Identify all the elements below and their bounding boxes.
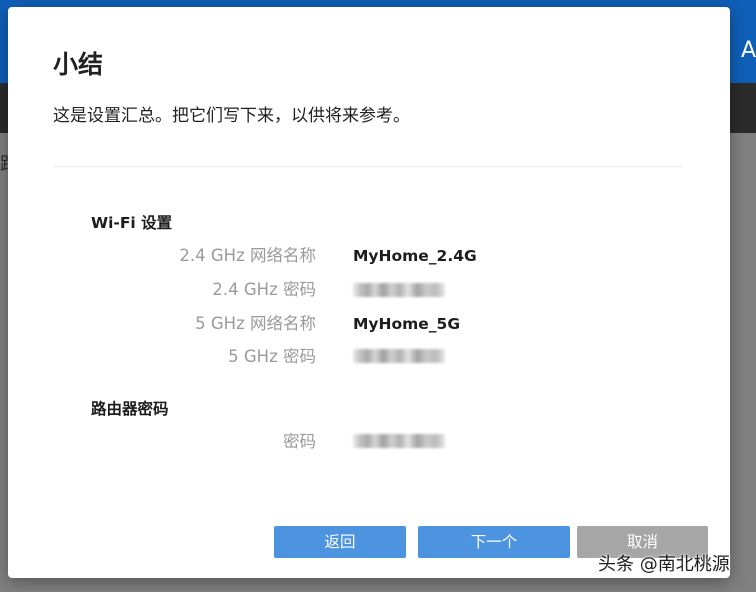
wifi-section-title: Wi-Fi 设置 — [91, 214, 173, 232]
watermark: 头条 @南北桃源 — [598, 554, 730, 575]
wifi-5-ssid-value: MyHome_5G — [353, 315, 461, 333]
wifi-24-ssid-value: MyHome_2.4G — [353, 247, 477, 265]
wifi-5-password-value-masked — [353, 349, 445, 363]
dialog-description: 这是设置汇总。把它们写下来，以供将来参考。 — [53, 106, 410, 126]
summary-dialog: 小结 这是设置汇总。把它们写下来，以供将来参考。 Wi-Fi 设置 2.4 GH… — [8, 7, 730, 578]
background-header-text: A — [740, 38, 756, 63]
router-password-label: 密码 — [283, 432, 316, 451]
next-button[interactable]: 下一个 — [418, 526, 570, 558]
wifi-5-ssid-label: 5 GHz 网络名称 — [195, 314, 316, 333]
wifi-24-ssid-label: 2.4 GHz 网络名称 — [179, 246, 316, 265]
wifi-24-password-label: 2.4 GHz 密码 — [212, 280, 316, 299]
dialog-title: 小结 — [53, 50, 104, 79]
router-password-value-masked — [353, 434, 445, 448]
dialog-divider — [53, 166, 683, 167]
wifi-24-password-value-masked — [353, 283, 445, 297]
background-side-text: 跟 — [0, 153, 8, 177]
router-section-title: 路由器密码 — [91, 400, 169, 418]
wifi-5-password-label: 5 GHz 密码 — [228, 347, 316, 366]
back-button[interactable]: 返回 — [274, 526, 406, 558]
